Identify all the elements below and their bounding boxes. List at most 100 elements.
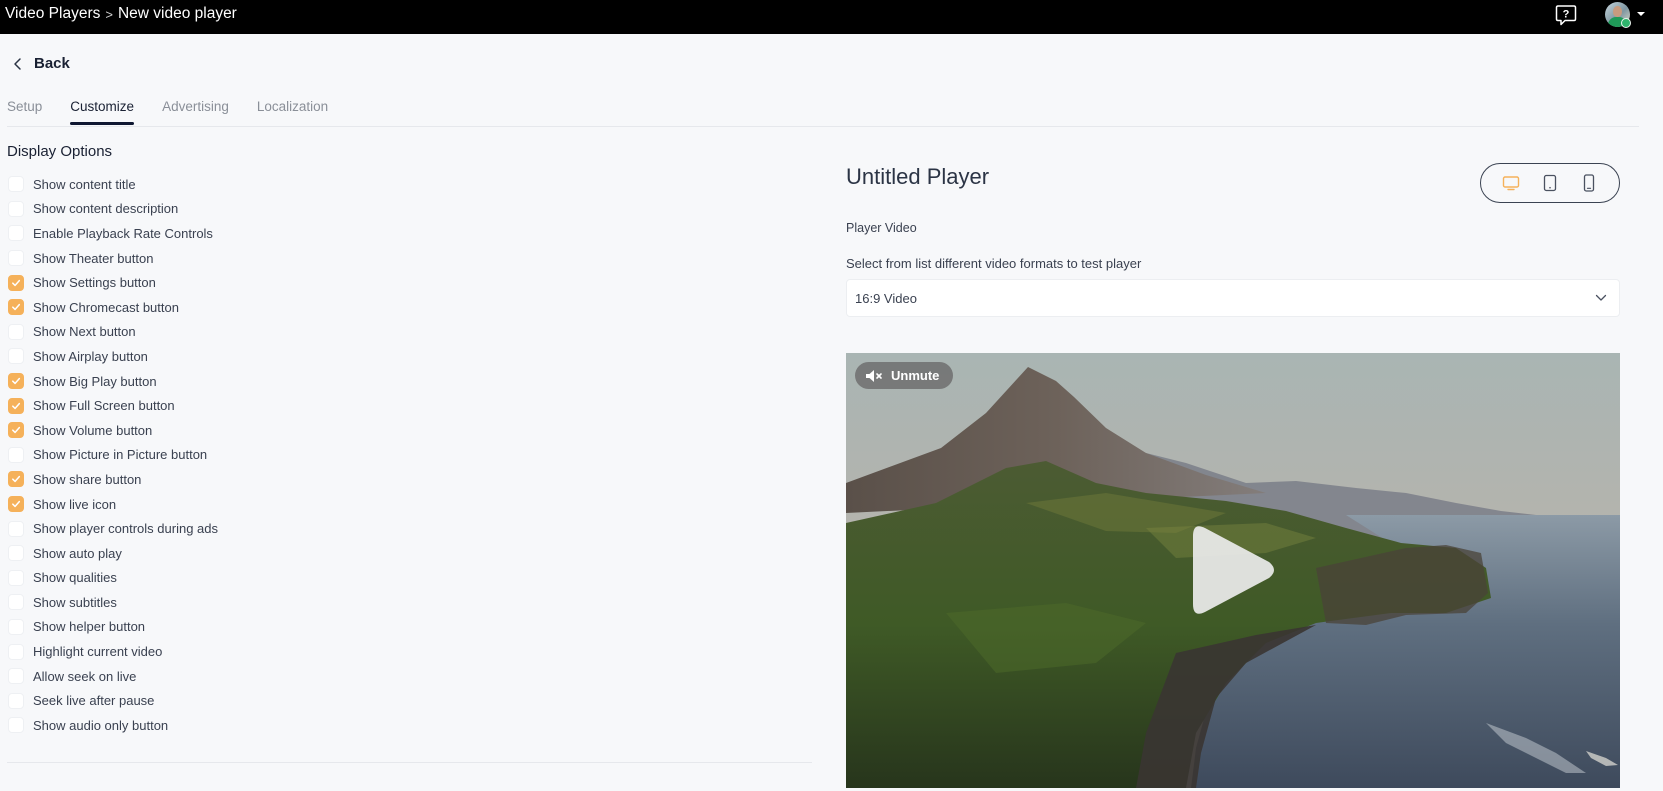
back-label: Back <box>34 55 70 72</box>
breadcrumb-video-players[interactable]: Video Players <box>5 5 100 23</box>
checkbox[interactable] <box>8 225 24 242</box>
display-option-item[interactable]: Show share button <box>8 467 218 492</box>
video-player-preview[interactable]: Unmute <box>846 353 1620 788</box>
chevron-down-icon <box>1595 294 1607 301</box>
tab-bar: Setup Customize Advertising Localization <box>7 98 356 126</box>
display-option-item[interactable]: Show content description <box>8 197 218 222</box>
checkbox[interactable] <box>8 397 24 414</box>
checkbox[interactable] <box>8 668 24 685</box>
checkbox[interactable] <box>8 446 24 463</box>
option-label: Show auto play <box>33 545 122 561</box>
option-label: Show Big Play button <box>33 373 157 389</box>
back-button[interactable]: Back <box>12 55 70 72</box>
checkbox[interactable] <box>8 692 24 709</box>
display-option-item[interactable]: Show qualities <box>8 566 218 591</box>
checkbox[interactable] <box>8 348 24 365</box>
help-icon[interactable]: ? <box>1554 3 1578 27</box>
option-label: Show helper button <box>33 619 146 635</box>
player-video-label: Player Video <box>846 221 917 235</box>
checkmark-icon <box>12 476 21 483</box>
display-option-item[interactable]: Show Airplay button <box>8 344 218 369</box>
checkmark-icon <box>12 500 21 508</box>
video-format-help: Select from list different video formats… <box>846 256 1142 271</box>
tab-localization[interactable]: Localization <box>257 98 328 126</box>
display-option-item[interactable]: Highlight current video <box>8 639 218 664</box>
tab-advertising[interactable]: Advertising <box>162 98 229 126</box>
display-option-item[interactable]: Show Picture in Picture button <box>8 443 218 468</box>
checkbox[interactable] <box>8 569 24 586</box>
display-option-item[interactable]: Show Settings button <box>8 270 218 295</box>
display-option-item[interactable]: Show subtitles <box>8 590 218 615</box>
checkbox[interactable] <box>8 520 24 537</box>
big-play-icon[interactable] <box>1189 522 1279 618</box>
option-label: Show Theater button <box>33 250 154 266</box>
display-option-item[interactable]: Show Next button <box>8 320 218 345</box>
checkmark-icon <box>12 279 21 286</box>
unmute-label: Unmute <box>891 368 940 383</box>
option-label: Seek live after pause <box>33 693 155 709</box>
breadcrumb-current: New video player <box>117 5 237 22</box>
video-format-selected-value: 16:9 Video <box>855 290 917 306</box>
option-label: Show Chromecast button <box>33 299 179 315</box>
checkbox[interactable] <box>8 545 24 562</box>
option-label: Show Volume button <box>33 422 153 438</box>
checkbox[interactable] <box>8 176 24 193</box>
player-title: Untitled Player <box>846 164 990 189</box>
checkbox[interactable] <box>8 200 24 217</box>
desktop-icon <box>1502 176 1519 191</box>
unmute-button[interactable]: Unmute <box>855 362 954 389</box>
display-option-item[interactable]: Seek live after pause <box>8 688 218 713</box>
display-option-item[interactable]: Show Theater button <box>8 246 218 271</box>
display-option-item[interactable]: Enable Playback Rate Controls <box>8 221 218 246</box>
checkbox[interactable] <box>8 373 24 390</box>
device-preview-toggle <box>1480 163 1620 203</box>
checkbox[interactable] <box>8 594 24 611</box>
display-option-item[interactable]: Show Volume button <box>8 418 218 443</box>
checkmark-icon <box>12 427 21 434</box>
option-label: Allow seek on live <box>33 668 137 684</box>
video-format-select[interactable]: 16:9 Video <box>846 279 1620 317</box>
display-option-item[interactable]: Show auto play <box>8 541 218 566</box>
display-option-item[interactable]: Show helper button <box>8 615 218 640</box>
tabs-divider <box>7 126 1639 127</box>
device-tablet-button[interactable] <box>1535 169 1565 197</box>
display-option-item[interactable]: Show Chromecast button <box>8 295 218 320</box>
option-label: Show player controls during ads <box>33 521 218 537</box>
device-desktop-button[interactable] <box>1496 169 1526 197</box>
display-option-item[interactable]: Show Big Play button <box>8 369 218 394</box>
user-menu-caret-icon[interactable] <box>1637 12 1645 16</box>
checkbox[interactable] <box>8 422 24 439</box>
option-label: Highlight current video <box>33 644 163 660</box>
display-option-item[interactable]: Show player controls during ads <box>8 516 218 541</box>
tab-customize[interactable]: Customize <box>70 98 134 126</box>
checkbox[interactable] <box>8 471 24 488</box>
checkbox[interactable] <box>8 299 24 316</box>
display-option-item[interactable]: Show content title <box>8 172 218 197</box>
checkbox[interactable] <box>8 496 24 513</box>
display-option-item[interactable]: Show live icon <box>8 492 218 517</box>
tab-setup[interactable]: Setup <box>7 98 42 126</box>
checkbox[interactable] <box>8 643 24 660</box>
checkbox[interactable] <box>8 274 24 291</box>
option-label: Show audio only button <box>33 717 169 733</box>
option-label: Show Settings button <box>33 275 156 291</box>
checkbox[interactable] <box>8 323 24 340</box>
display-option-item[interactable]: Show Full Screen button <box>8 393 218 418</box>
display-option-item[interactable]: Show audio only button <box>8 713 218 738</box>
checkbox[interactable] <box>8 717 24 734</box>
online-status-dot <box>1621 18 1631 28</box>
tablet-icon <box>1543 174 1557 192</box>
avatar-face <box>1613 6 1622 17</box>
option-label: Show qualities <box>33 570 117 586</box>
svg-text:?: ? <box>1563 9 1570 21</box>
display-option-item[interactable]: Allow seek on live <box>8 664 218 689</box>
mobile-icon <box>1584 174 1595 192</box>
option-label: Enable Playback Rate Controls <box>33 225 213 241</box>
option-label: Show content description <box>33 201 179 217</box>
checkbox[interactable] <box>8 250 24 267</box>
device-mobile-button[interactable] <box>1574 169 1604 197</box>
chevron-left-icon <box>14 57 21 70</box>
display-options-list: Show content title Show content descripti… <box>8 172 218 738</box>
checkmark-icon <box>12 377 21 385</box>
checkbox[interactable] <box>8 618 24 635</box>
